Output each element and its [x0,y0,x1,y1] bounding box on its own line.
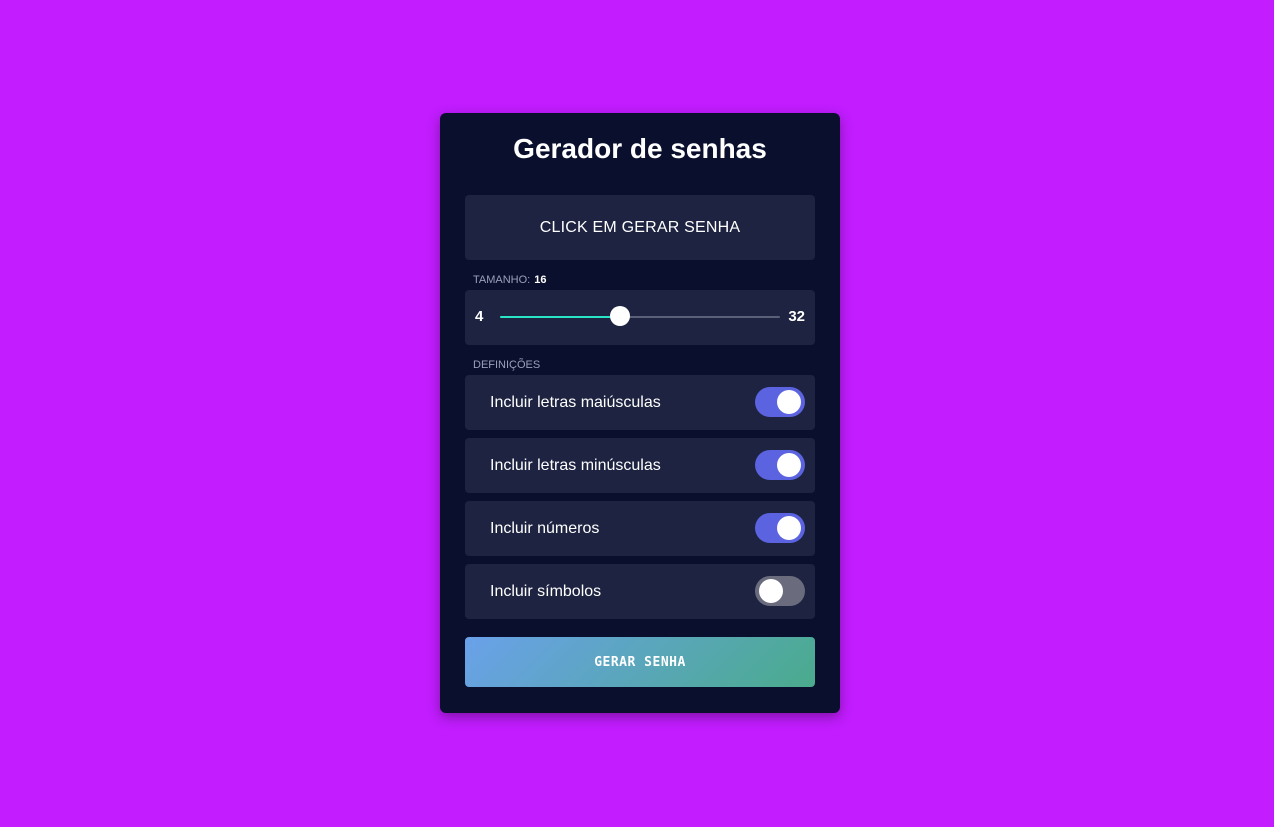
setting-row-uppercase: Incluir letras maiúsculas [465,375,815,430]
toggle-knob [777,516,801,540]
toggle-symbols[interactable] [755,576,805,606]
setting-row-lowercase: Incluir letras minúsculas [465,438,815,493]
slider-max-value: 32 [788,308,805,325]
setting-label-numbers: Incluir números [490,519,600,537]
toggle-knob [777,390,801,414]
length-slider-thumb[interactable] [610,306,630,326]
generate-password-button[interactable]: GERAR SENHA [465,637,815,687]
setting-label-lowercase: Incluir letras minúsculas [490,456,661,474]
toggle-uppercase[interactable] [755,387,805,417]
page-title: Gerador de senhas [513,133,767,164]
length-slider-track[interactable] [500,306,780,326]
toggle-lowercase[interactable] [755,450,805,480]
password-result-display[interactable]: CLICK EM GERAR SENHA [465,195,815,260]
password-generator-card: Gerador de senhas CLICK EM GERAR SENHA T… [440,113,840,713]
length-slider-box: 4 32 [465,290,815,345]
setting-label-uppercase: Incluir letras maiúsculas [490,393,661,411]
toggle-knob [759,579,783,603]
settings-section-label: DEFINIÇÕES [473,359,541,371]
setting-row-symbols: Incluir símbolos [465,564,815,619]
length-label-text: TAMANHO: [473,274,531,286]
length-value: 16 [534,274,547,286]
setting-row-numbers: Incluir números [465,501,815,556]
setting-label-symbols: Incluir símbolos [490,582,602,600]
password-result-text: CLICK EM GERAR SENHA [539,218,741,236]
toggle-knob [777,453,801,477]
length-slider-fill [500,316,620,318]
toggle-numbers[interactable] [755,513,805,543]
length-label: TAMANHO: 16 [473,274,547,286]
slider-min-value: 4 [475,308,484,325]
